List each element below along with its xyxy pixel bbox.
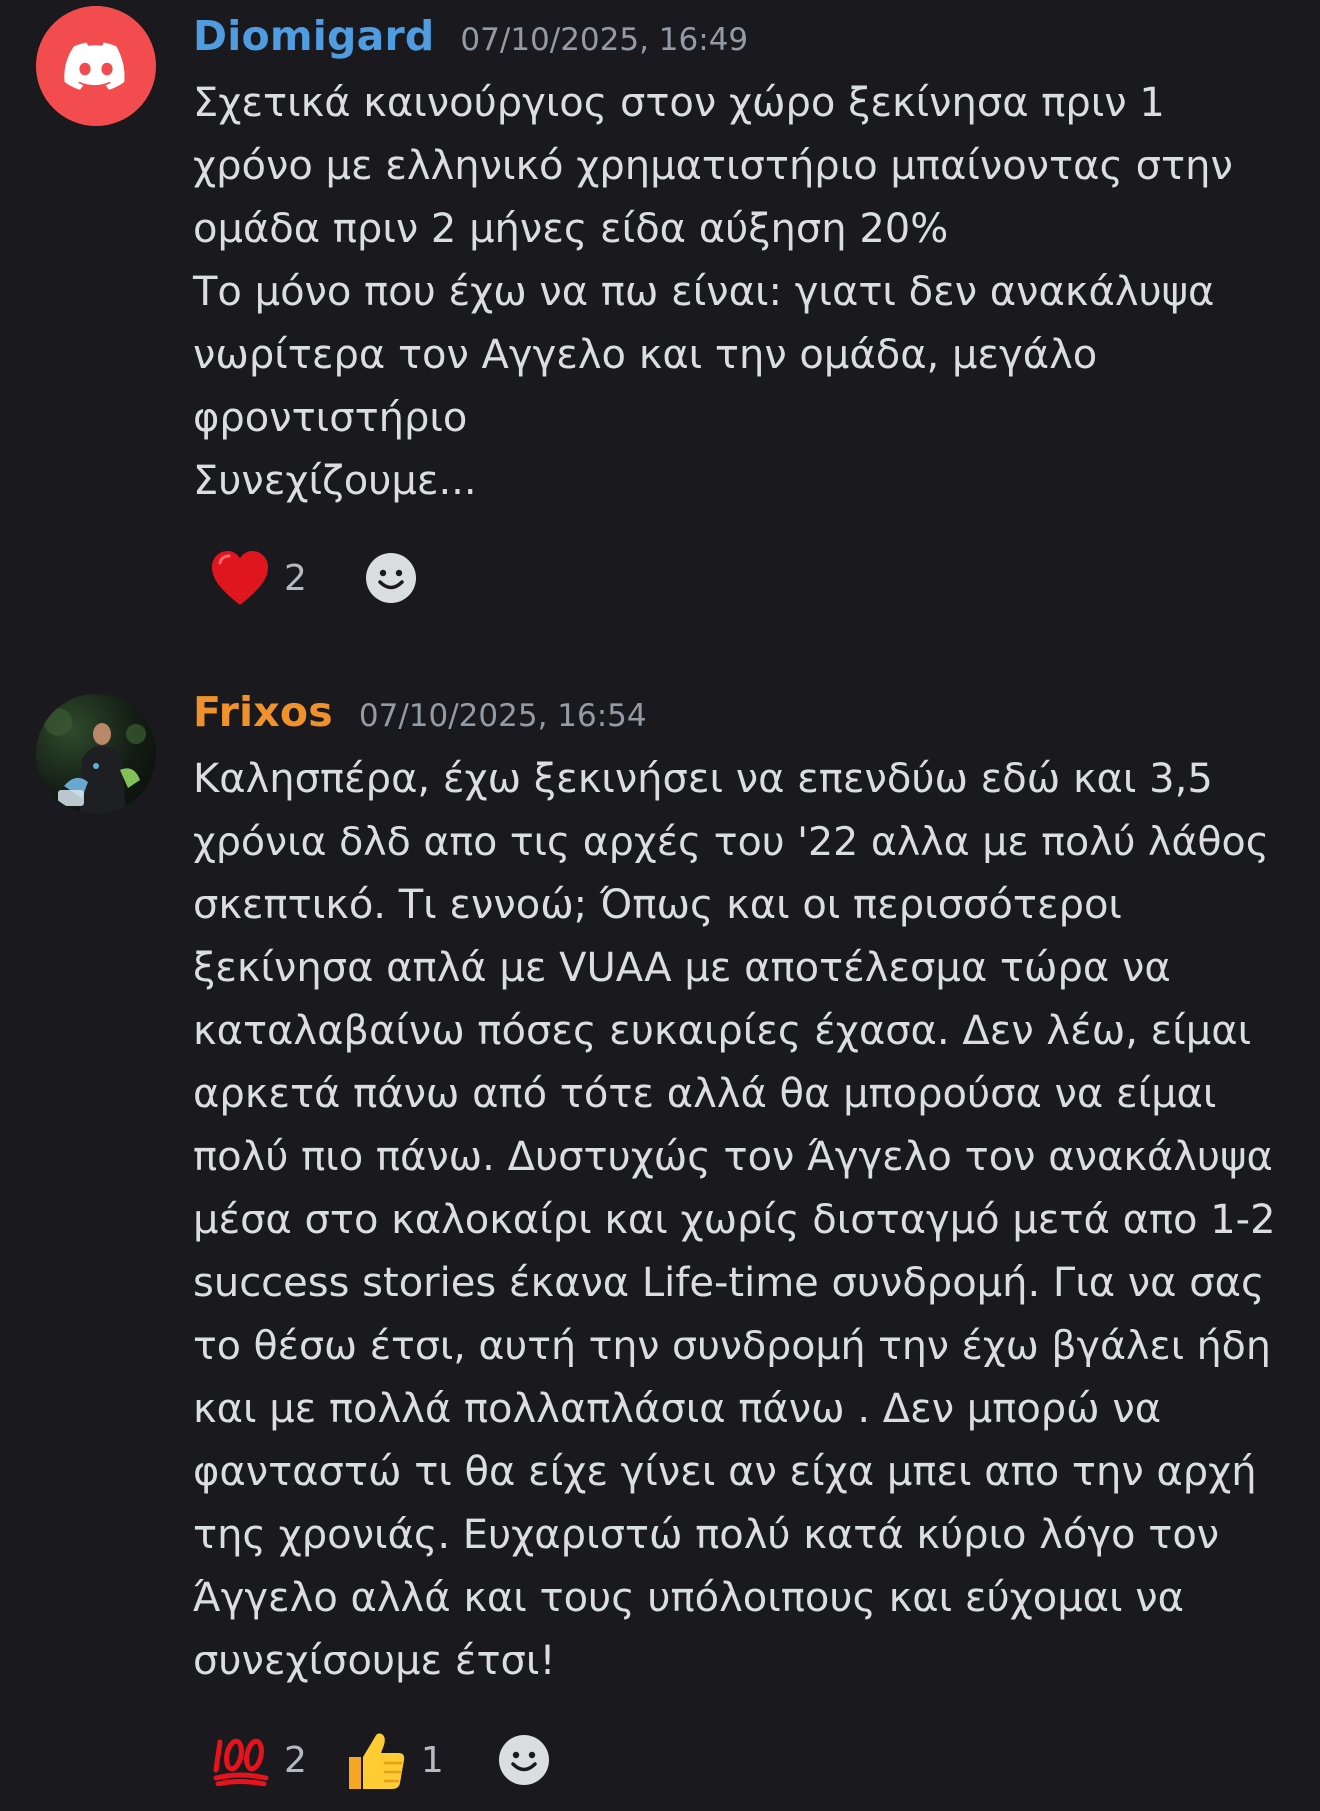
message-line: Άγγελο αλλά και τους υπόλοιπους και εύχο… <box>193 1575 1184 1621</box>
message-line: Καλησπέρα, έχω ξεκινήσει να επενδύω εδώ … <box>193 756 1213 802</box>
message-line: και με πολλά πολλαπλάσια πάνω . Δεν μπορ… <box>193 1386 1162 1432</box>
message-text: Καλησπέρα, έχω ξεκινήσει να επενδύω εδώ … <box>193 748 1280 1693</box>
message-line: νωρίτερα τον Αγγελο και την ομάδα, μεγάλ… <box>193 332 1098 378</box>
reaction-hundred[interactable]: 2 <box>212 1725 307 1795</box>
message-line: μέσα στο καλοκαίρι και χωρίς δισταγμό με… <box>193 1197 1276 1243</box>
add-reaction-button[interactable] <box>365 543 417 613</box>
message-line: Το μόνο που έχω να πω είναι: γιατι δεν α… <box>193 269 1215 315</box>
red-heart-icon <box>212 551 268 605</box>
message-line: φανταστώ τι θα είχε γίνει αν είχα μπει α… <box>193 1449 1257 1495</box>
message-line: το θέσω έτσι, αυτή την συνδρομή την έχω … <box>193 1323 1271 1369</box>
message-header: Frixos 07/10/2025, 16:54 <box>193 688 1280 746</box>
message-line: χρόνια δλδ απο τις αρχές του '22 αλλα με… <box>193 819 1269 865</box>
message-line: πολύ πιο πάνω. Δυστυχώς τον Άγγελο τον α… <box>193 1134 1273 1180</box>
avatar-frixos[interactable] <box>36 694 156 814</box>
message-line: της χρονιάς. Ευχαριστώ πολύ κατά κύριο λ… <box>193 1512 1220 1558</box>
discord-logo-icon <box>36 6 156 126</box>
username[interactable]: Diomigard <box>193 12 434 60</box>
username[interactable]: Frixos <box>193 688 333 736</box>
reactions-bar: 2 <box>210 543 417 613</box>
message-line: Σχετικά καινούργιος στον χώρο ξεκίνησα π… <box>193 80 1165 126</box>
reaction-heart[interactable]: 2 <box>210 543 307 613</box>
reaction-thumbs-up[interactable]: 1 <box>345 1725 444 1795</box>
add-reaction-smiley-icon <box>498 1735 549 1785</box>
avatar-diomigard[interactable] <box>36 6 156 126</box>
message-line: φροντιστήριο <box>193 395 468 441</box>
add-reaction-smiley-icon <box>365 553 416 603</box>
message-line: σκεπτικό. Τι εννοώ; Όπως και οι περισσότ… <box>193 882 1122 928</box>
message-line: συνεχίσουμε έτσι! <box>193 1638 556 1684</box>
reaction-count: 2 <box>284 557 307 599</box>
add-reaction-button[interactable] <box>498 1725 550 1795</box>
message-line: καταλαβαίνω πόσες ευκαιρίες έχασα. Δεν λ… <box>193 1008 1252 1054</box>
hundred-points-icon <box>213 1738 269 1786</box>
message-header: Diomigard 07/10/2025, 16:49 <box>193 12 1280 70</box>
message-text: Σχετικά καινούργιος στον χώρο ξεκίνησα π… <box>193 72 1280 513</box>
reactions-bar: 2 1 <box>212 1725 550 1795</box>
timestamp: 07/10/2025, 16:49 <box>460 22 749 58</box>
reaction-count: 1 <box>420 1739 444 1781</box>
message-line: ομάδα πριν 2 μήνες είδα αύξηση 20% <box>193 206 949 252</box>
timestamp: 07/10/2025, 16:54 <box>358 698 647 734</box>
user-photo-avatar <box>36 694 156 814</box>
message-line: ξεκίνησα απλά με VUAA με αποτέλεσμα τώρα… <box>193 945 1171 991</box>
reaction-count: 2 <box>284 1739 307 1781</box>
message-line: success stories έκανα Life-time συνδρομή… <box>193 1260 1265 1306</box>
message-line: χρόνο με ελληνικό χρηματιστήριο μπαίνοντ… <box>193 143 1233 189</box>
message-line: Συνεχίζουμε... <box>193 458 477 504</box>
message-line: αρκετά πάνω από τότε αλλά θα μπορούσα να… <box>193 1071 1217 1117</box>
thumbs-up-icon <box>348 1733 405 1789</box>
